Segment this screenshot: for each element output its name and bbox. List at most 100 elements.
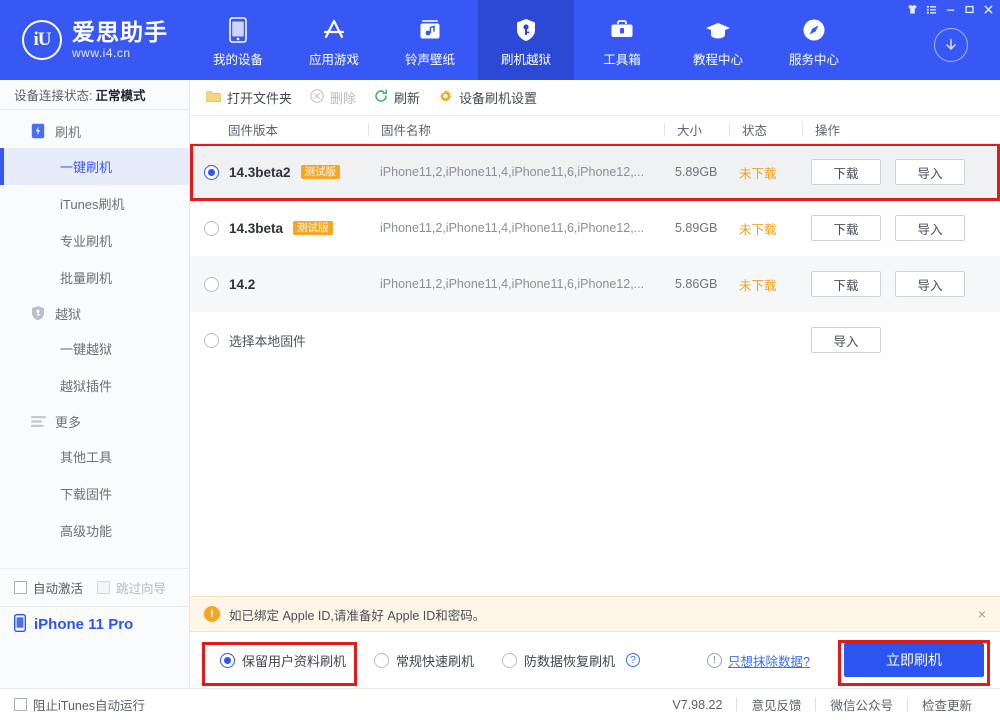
flash-action-bar: 保留用户资料刷机 常规快速刷机 防数据恢复刷机 ? ! 只想抹除数据? 立即刷机 xyxy=(190,632,1000,688)
help-icon[interactable]: ? xyxy=(626,653,641,667)
mode-standard-fast[interactable]: 常规快速刷机 xyxy=(374,651,474,670)
sidebar-item-one-key-jailbreak[interactable]: 一键越狱 xyxy=(0,330,189,367)
refresh-icon xyxy=(374,89,388,106)
beta-tag: 测试版 xyxy=(300,165,341,179)
download-button[interactable]: 下载 xyxy=(811,271,881,297)
import-button[interactable]: 导入 xyxy=(895,271,965,297)
nav-tab-label: 刷机越狱 xyxy=(500,52,551,67)
download-button[interactable]: 下载 xyxy=(811,159,881,185)
wechat-link[interactable]: 微信公众号 xyxy=(816,695,907,714)
open-folder-label: 打开文件夹 xyxy=(227,91,293,106)
brand-logo-icon: iU xyxy=(22,20,62,60)
sidebar-group-label: 越狱 xyxy=(55,306,82,322)
nav-tab-flash-jailbreak[interactable]: 刷机越狱 xyxy=(478,0,574,80)
firmware-radio[interactable] xyxy=(204,220,219,236)
sidebar-item-itunes-flash[interactable]: iTunes刷机 xyxy=(0,185,189,222)
sidebar-item-download-firmware[interactable]: 下载固件 xyxy=(0,475,189,512)
device-flash-settings-button[interactable]: 设备刷机设置 xyxy=(438,88,537,107)
refresh-button[interactable]: 刷新 xyxy=(374,88,420,107)
device-flash-settings-label: 设备刷机设置 xyxy=(459,91,538,106)
firmware-version: 14.3beta2 xyxy=(229,164,291,180)
sidebar-group-more[interactable]: 更多 xyxy=(0,404,189,438)
mode-keep-user-data[interactable]: 保留用户资料刷机 xyxy=(220,651,346,670)
firmware-name: iPhone11,2,iPhone11,4,iPhone11,6,iPhone1… xyxy=(380,277,645,291)
block-itunes-checkbox[interactable]: 阻止iTunes自动运行 xyxy=(14,695,145,714)
mode-label: 保留用户资料刷机 xyxy=(242,653,347,669)
firmware-radio[interactable] xyxy=(204,276,219,292)
gear-icon xyxy=(438,89,453,107)
minimize-icon[interactable] xyxy=(941,0,960,18)
download-button[interactable]: 下载 xyxy=(811,215,881,241)
import-button[interactable]: 导入 xyxy=(895,159,965,185)
connection-status-label: 设备连接状态: xyxy=(14,89,93,103)
sidebar-item-pro-flash[interactable]: 专业刷机 xyxy=(0,222,189,259)
shield-jailbreak-icon xyxy=(30,305,46,321)
notice-close-icon[interactable]: × xyxy=(978,606,986,622)
firmware-status: 未下载 xyxy=(739,166,777,181)
auto-activate-checkbox[interactable]: 自动激活 xyxy=(14,578,83,597)
sidebar-item-label: 下载固件 xyxy=(60,487,113,502)
shirt-icon[interactable] xyxy=(903,0,922,18)
sidebar-options: 自动激活 跳过向导 xyxy=(0,568,189,606)
local-firmware-row[interactable]: 选择本地固件 导入 xyxy=(190,312,1000,368)
import-button[interactable]: 导入 xyxy=(895,215,965,241)
firmware-size: 5.89GB xyxy=(675,221,718,235)
column-header-status: 状态 xyxy=(742,124,768,138)
mode-radio[interactable] xyxy=(374,652,390,668)
mode-radio[interactable] xyxy=(502,652,518,668)
sidebar-group-flash[interactable]: 刷机 xyxy=(0,114,189,148)
mode-radio[interactable] xyxy=(220,652,235,668)
apple-id-notice: ! 如已绑定 Apple ID,请准备好 Apple ID和密码。 × xyxy=(190,596,1000,632)
close-icon[interactable] xyxy=(979,0,998,18)
shield-key-icon xyxy=(515,17,537,43)
mode-anti-recovery[interactable]: 防数据恢复刷机 ? xyxy=(502,651,641,670)
status-links: V7.98.22 意见反馈 微信公众号 检查更新 xyxy=(658,695,986,714)
check-update-link[interactable]: 检查更新 xyxy=(908,695,986,714)
flash-now-button[interactable]: 立即刷机 xyxy=(844,643,984,677)
sidebar-item-jailbreak-plugins[interactable]: 越狱插件 xyxy=(0,367,189,404)
brand-name: 爱思助手 xyxy=(72,18,168,45)
nav-tab-my-device[interactable]: 我的设备 xyxy=(190,0,286,80)
device-name: iPhone 11 Pro xyxy=(34,616,134,633)
sidebar: 设备连接状态: 正常模式 刷机 一键刷机 iTunes刷机 专业刷机 批量刷机 … xyxy=(0,80,190,688)
column-header-name: 固件名称 xyxy=(381,124,432,138)
list-icon[interactable] xyxy=(922,0,941,18)
skip-wizard-checkbox[interactable]: 跳过向导 xyxy=(97,578,166,597)
nav-tab-apps-games[interactable]: 应用游戏 xyxy=(286,0,382,80)
nav-tab-service-center[interactable]: 服务中心 xyxy=(766,0,862,80)
feedback-link[interactable]: 意见反馈 xyxy=(737,695,815,714)
main-panel: 打开文件夹 删除 刷新 设备刷机设置 固件版本 固件名称 大小 状态 操作 14… xyxy=(190,80,1000,688)
nav-tab-ringtones-wallpaper[interactable]: 铃声壁纸 xyxy=(382,0,478,80)
table-row[interactable]: 14.2 iPhone11,2,iPhone11,4,iPhone11,6,iP… xyxy=(190,256,1000,312)
open-folder-button[interactable]: 打开文件夹 xyxy=(206,88,292,107)
download-arrow-icon[interactable] xyxy=(934,28,968,62)
maximize-icon[interactable] xyxy=(960,0,979,18)
graduation-cap-icon xyxy=(704,17,732,43)
sidebar-item-other-tools[interactable]: 其他工具 xyxy=(0,438,189,475)
delete-label: 删除 xyxy=(330,91,357,106)
local-import-button[interactable]: 导入 xyxy=(811,327,881,353)
sidebar-group-jailbreak[interactable]: 越狱 xyxy=(0,296,189,330)
nav-tab-tutorial-center[interactable]: 教程中心 xyxy=(670,0,766,80)
appstore-icon xyxy=(320,17,348,43)
table-row[interactable]: 14.3beta2 测试版 iPhone11,2,iPhone11,4,iPho… xyxy=(190,144,1000,200)
info-icon: ! xyxy=(707,652,723,668)
connected-device[interactable]: iPhone 11 Pro xyxy=(0,606,189,642)
checkbox-box xyxy=(97,581,111,594)
local-firmware-radio[interactable] xyxy=(204,332,219,348)
sidebar-item-one-key-flash[interactable]: 一键刷机 xyxy=(0,148,189,185)
beta-tag: 测试版 xyxy=(293,221,333,235)
firmware-size: 5.86GB xyxy=(675,277,718,291)
firmware-radio[interactable] xyxy=(204,164,219,180)
firmware-version: 14.2 xyxy=(229,276,256,292)
window-controls xyxy=(903,0,998,18)
sidebar-item-batch-flash[interactable]: 批量刷机 xyxy=(0,259,189,296)
sidebar-item-label: 高级功能 xyxy=(60,524,113,539)
erase-data-link[interactable]: ! 只想抹除数据? xyxy=(707,651,810,670)
folder-icon xyxy=(206,90,221,106)
table-row[interactable]: 14.3beta 测试版 iPhone11,2,iPhone11,4,iPhon… xyxy=(190,200,1000,256)
sidebar-item-advanced[interactable]: 高级功能 xyxy=(0,512,189,549)
firmware-name: iPhone11,2,iPhone11,4,iPhone11,6,iPhone1… xyxy=(380,221,645,235)
warning-icon: ! xyxy=(204,606,220,622)
nav-tab-toolbox[interactable]: 工具箱 xyxy=(574,0,670,80)
